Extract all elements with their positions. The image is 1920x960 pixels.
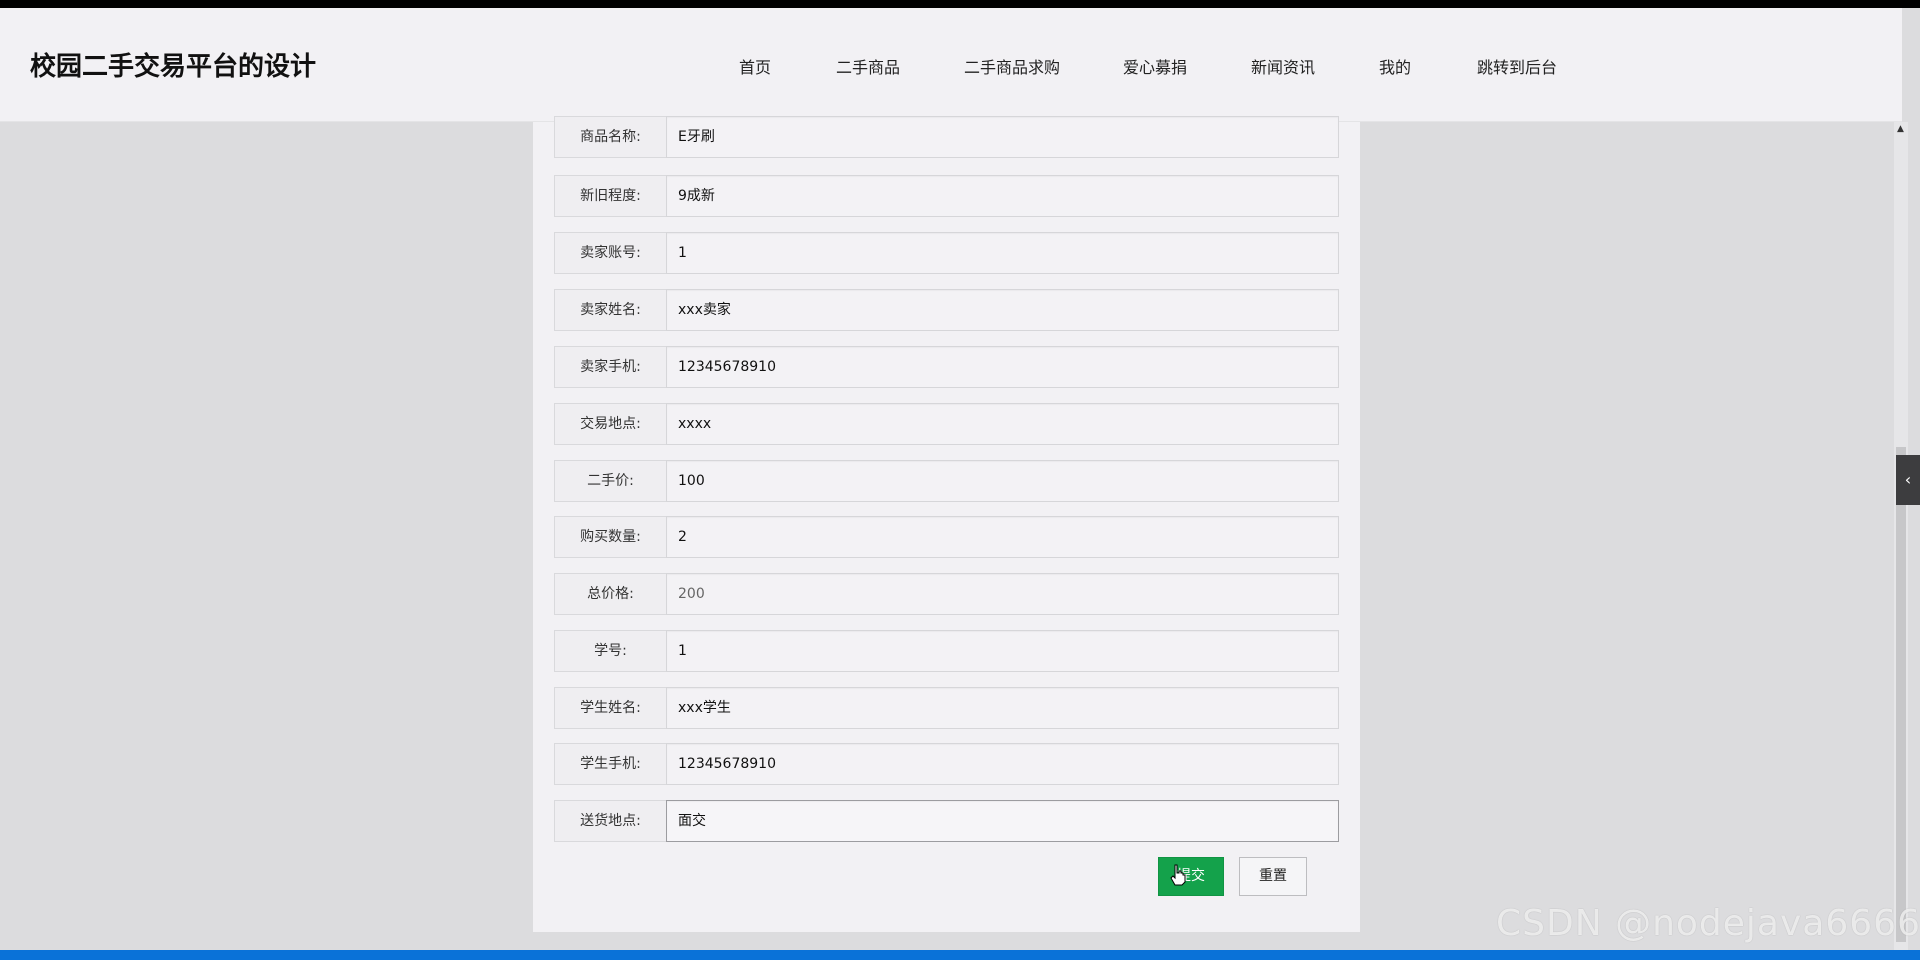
form-row-student-name: 学生姓名: xxx学生: [554, 687, 1339, 729]
field-label: 商品名称:: [554, 116, 667, 158]
submit-button[interactable]: 提交: [1158, 857, 1224, 896]
nav-home[interactable]: 首页: [739, 54, 771, 78]
student-phone-input[interactable]: 12345678910: [666, 743, 1339, 785]
form-row-condition: 新旧程度: 9成新: [554, 175, 1339, 217]
nav-goods-wanted[interactable]: 二手商品求购: [964, 54, 1060, 78]
top-navbar: 校园二手交易平台的设计 首页 二手商品 二手商品求购 爱心募捐 新闻资讯 我的 …: [0, 8, 1902, 122]
scrollbar-thumb[interactable]: [1896, 447, 1906, 942]
nav-mine[interactable]: 我的: [1379, 54, 1411, 78]
hand-cursor-icon: [1170, 864, 1186, 886]
field-label: 送货地点:: [554, 800, 667, 842]
field-label: 学号:: [554, 630, 667, 672]
total-price-field[interactable]: 200: [666, 573, 1339, 615]
field-label: 学生手机:: [554, 743, 667, 785]
form-row-delivery-location: 送货地点: 面交: [554, 800, 1339, 842]
nav-charity-donation[interactable]: 爱心募捐: [1123, 54, 1187, 78]
condition-input[interactable]: 9成新: [666, 175, 1339, 217]
site-title: 校园二手交易平台的设计: [30, 52, 317, 82]
field-label: 学生姓名:: [554, 687, 667, 729]
quantity-input[interactable]: 2: [666, 516, 1339, 558]
field-label: 卖家手机:: [554, 346, 667, 388]
form-row-secondhand-price: 二手价: 100: [554, 460, 1339, 502]
delivery-location-input[interactable]: 面交: [666, 800, 1339, 842]
form-row-quantity: 购买数量: 2: [554, 516, 1339, 558]
student-name-input[interactable]: xxx学生: [666, 687, 1339, 729]
student-id-input[interactable]: 1: [666, 630, 1339, 672]
form-row-total-price: 总价格: 200: [554, 573, 1339, 615]
product-name-input[interactable]: E牙刷: [666, 116, 1339, 158]
seller-account-input[interactable]: 1: [666, 232, 1339, 274]
field-label: 卖家姓名:: [554, 289, 667, 331]
form-row-trade-location: 交易地点: xxxx: [554, 403, 1339, 445]
field-label: 卖家账号:: [554, 232, 667, 274]
nav-admin-backend[interactable]: 跳转到后台: [1477, 54, 1557, 78]
seller-name-input[interactable]: xxx卖家: [666, 289, 1339, 331]
form-row-seller-account: 卖家账号: 1: [554, 232, 1339, 274]
reset-button[interactable]: 重置: [1239, 857, 1307, 896]
scroll-up-arrow-icon[interactable]: ▲: [1897, 124, 1904, 134]
field-label: 总价格:: [554, 573, 667, 615]
bottom-taskbar-strip: [0, 950, 1920, 960]
field-label: 二手价:: [554, 460, 667, 502]
nav-news[interactable]: 新闻资讯: [1251, 54, 1315, 78]
nav-secondhand-goods[interactable]: 二手商品: [836, 54, 900, 78]
watermark: CSDN @nodejava666666: [1496, 903, 1920, 944]
field-label: 购买数量:: [554, 516, 667, 558]
secondhand-price-input[interactable]: 100: [666, 460, 1339, 502]
field-label: 交易地点:: [554, 403, 667, 445]
form-row-product-name: 商品名称: E牙刷: [554, 116, 1339, 158]
window-top-bar: [0, 0, 1920, 8]
field-label: 新旧程度:: [554, 175, 667, 217]
form-row-student-id: 学号: 1: [554, 630, 1339, 672]
form-row-seller-phone: 卖家手机: 12345678910: [554, 346, 1339, 388]
seller-phone-input[interactable]: 12345678910: [666, 346, 1339, 388]
form-row-seller-name: 卖家姓名: xxx卖家: [554, 289, 1339, 331]
trade-location-input[interactable]: xxxx: [666, 403, 1339, 445]
form-row-student-phone: 学生手机: 12345678910: [554, 743, 1339, 785]
chevron-left-icon[interactable]: ‹: [1896, 455, 1920, 505]
